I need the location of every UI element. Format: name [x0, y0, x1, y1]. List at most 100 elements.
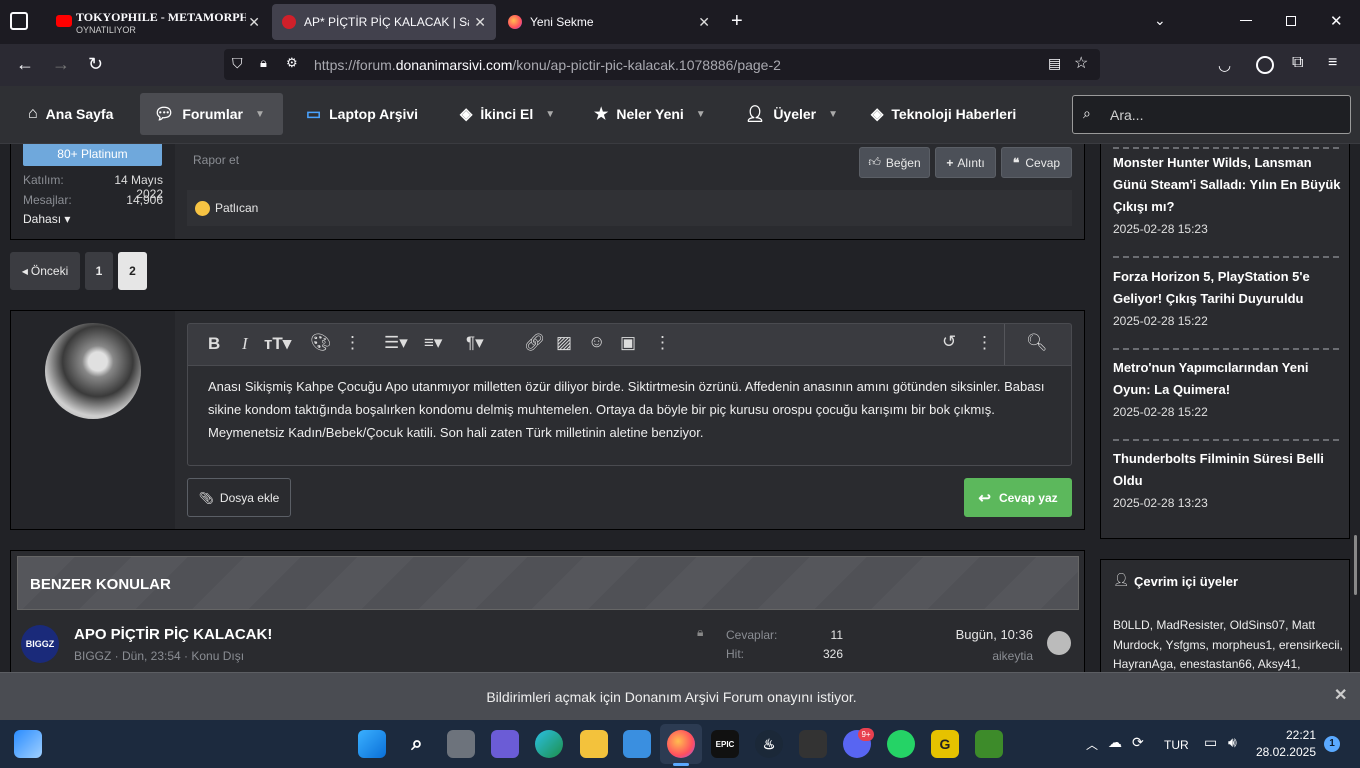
- reader-view-icon[interactable]: ▤: [1048, 55, 1061, 72]
- chevron-up-icon[interactable]: ︿: [1086, 736, 1098, 753]
- pocket-icon[interactable]: ◡: [1218, 56, 1231, 74]
- reply-textarea[interactable]: Anası Sikişmiş Kahpe Çocuğu Apo utanmıyo…: [187, 365, 1072, 466]
- nav-second-hand[interactable]: ◈ İkinci El ▼: [446, 93, 569, 135]
- network-icon[interactable]: ▭: [1204, 734, 1217, 751]
- restore-icon[interactable]: [1286, 16, 1296, 26]
- image-icon[interactable]: ▨: [556, 333, 572, 353]
- sync-icon[interactable]: ⟳: [1132, 734, 1144, 751]
- align-icon[interactable]: ≡▾: [424, 333, 442, 353]
- minecraft-icon[interactable]: [975, 730, 1003, 758]
- news-item[interactable]: Metro'nun Yapımcılarından Yeni Oyun: La …: [1113, 357, 1341, 419]
- search-icon[interactable]: ⌕: [403, 730, 431, 758]
- account-icon[interactable]: [1256, 56, 1274, 74]
- paragraph-icon[interactable]: ¶▾: [466, 333, 484, 353]
- media-icon[interactable]: ▣: [620, 333, 636, 353]
- back-icon[interactable]: ←: [16, 54, 34, 75]
- new-tab-button[interactable]: +: [731, 10, 743, 33]
- extensions-icon[interactable]: ⧉: [1292, 54, 1303, 72]
- tab-list-icon[interactable]: [10, 12, 28, 30]
- news-item[interactable]: Thunderbolts Filminin Süresi Belli Oldu …: [1113, 448, 1341, 510]
- italic-icon[interactable]: I: [242, 334, 248, 354]
- close-tab-icon[interactable]: ✕: [248, 14, 260, 31]
- news-title[interactable]: Metro'nun Yapımcılarından Yeni Oyun: La …: [1113, 357, 1341, 401]
- firefox-icon[interactable]: [667, 730, 695, 758]
- reply-button[interactable]: ❝ Cevap: [1001, 147, 1072, 178]
- search-input[interactable]: ⌕ Ara...: [1072, 95, 1351, 134]
- tab-youtube[interactable]: TOKYOPHILE - METAMORPH OYNATILIYOR ✕: [46, 4, 270, 40]
- url-bar[interactable]: ⛉ 🔒︎ ⚙ https://forum.donanimarsivi.com/k…: [224, 49, 1100, 80]
- menu-icon[interactable]: ≡: [1328, 54, 1337, 72]
- file-explorer-icon[interactable]: [580, 730, 608, 758]
- steam-icon[interactable]: ♨: [755, 730, 783, 758]
- news-title[interactable]: Forza Horizon 5, PlayStation 5'e Geliyor…: [1113, 266, 1341, 310]
- page-1-button[interactable]: 1: [85, 252, 113, 290]
- bookmark-star-icon[interactable]: ☆: [1074, 53, 1088, 73]
- cloud-icon[interactable]: ☁: [1108, 734, 1122, 751]
- teams-icon[interactable]: [491, 730, 519, 758]
- store-icon[interactable]: [623, 730, 651, 758]
- clock-time[interactable]: 22:21: [1256, 728, 1316, 742]
- widgets-icon[interactable]: [14, 730, 42, 758]
- like-button[interactable]: 👍︎ Beğen: [859, 147, 930, 178]
- close-tab-icon[interactable]: ✕: [698, 14, 710, 31]
- chevron-down-icon[interactable]: ▼: [255, 109, 265, 120]
- minimize-icon[interactable]: [1240, 20, 1252, 21]
- nav-tech-news[interactable]: ◈ Teknoloji Haberleri: [857, 93, 1030, 135]
- post-reply-button[interactable]: ↩ Cevap yaz: [964, 478, 1072, 517]
- bold-icon[interactable]: B: [208, 334, 220, 354]
- nav-whats-new[interactable]: ★ Neler Yeni ▼: [580, 93, 720, 135]
- list-icon[interactable]: ☰▾: [384, 333, 408, 353]
- nav-forums[interactable]: 💬︎ Forumlar ▼: [140, 93, 283, 135]
- prev-page-button[interactable]: ◀ Önceki: [10, 252, 80, 290]
- more-vertical-icon[interactable]: ⋮: [654, 333, 671, 353]
- undo-icon[interactable]: ↺: [942, 332, 956, 352]
- forward-icon[interactable]: →: [52, 54, 70, 75]
- last-post-time[interactable]: Bugün, 10:36: [911, 627, 1033, 642]
- tab-new[interactable]: Yeni Sekme ✕: [498, 4, 720, 40]
- language-indicator[interactable]: TUR: [1164, 738, 1189, 752]
- reload-icon[interactable]: ↻: [88, 54, 103, 75]
- close-tab-icon[interactable]: ✕: [474, 14, 486, 31]
- news-item[interactable]: Monster Hunter Wilds, Lansman Günü Steam…: [1113, 152, 1341, 236]
- start-icon[interactable]: [358, 730, 386, 758]
- link-icon[interactable]: 🔗︎: [524, 333, 546, 353]
- whatsapp-icon[interactable]: [887, 730, 915, 758]
- thread-title-link[interactable]: APO PİÇTİR PİÇ KALACAK!: [74, 626, 272, 643]
- chevron-down-icon[interactable]: ⌄: [1154, 12, 1166, 29]
- page-2-button[interactable]: 2: [118, 252, 147, 290]
- news-title[interactable]: Monster Hunter Wilds, Lansman Günü Steam…: [1113, 152, 1341, 218]
- smiley-icon[interactable]: ☺: [588, 332, 605, 352]
- online-list[interactable]: B0LLD, MadResister, OldSins07, Matt Murd…: [1113, 616, 1343, 675]
- news-item[interactable]: Forza Horizon 5, PlayStation 5'e Geliyor…: [1113, 266, 1341, 328]
- preview-icon[interactable]: 🔍︎: [1026, 333, 1048, 353]
- font-size-icon[interactable]: тT▾: [264, 334, 291, 354]
- last-post-user[interactable]: aikeytia: [911, 649, 1033, 663]
- chevron-down-icon[interactable]: ▼: [696, 109, 706, 120]
- quote-button[interactable]: + Alıntı: [935, 147, 996, 178]
- palette-icon[interactable]: 🎨︎: [310, 333, 332, 353]
- attach-file-button[interactable]: 📎︎ Dosya ekle: [187, 478, 291, 517]
- chevron-down-icon[interactable]: ▼: [545, 109, 555, 120]
- volume-icon[interactable]: 🔊︎: [1228, 734, 1237, 751]
- scrollbar-thumb[interactable]: [1354, 535, 1357, 595]
- task-view-icon[interactable]: [447, 730, 475, 758]
- close-icon[interactable]: ✕: [1334, 685, 1347, 705]
- news-title[interactable]: Thunderbolts Filminin Süresi Belli Oldu: [1113, 448, 1341, 492]
- reactions-bar[interactable]: Patlıcan: [187, 190, 1072, 226]
- nav-home[interactable]: ⌂ Ana Sayfa: [14, 93, 127, 135]
- close-window-icon[interactable]: ✕: [1330, 12, 1343, 30]
- g-app-icon[interactable]: G: [931, 730, 959, 758]
- game-launcher-icon[interactable]: [799, 730, 827, 758]
- more-toggle[interactable]: Dahası ▾: [23, 212, 70, 226]
- more-vertical-icon[interactable]: ⋮: [344, 333, 361, 353]
- tab-active[interactable]: AP* PİÇTİR PİÇ KALACAK | Sayfa ✕: [272, 4, 496, 40]
- chevron-down-icon[interactable]: ▼: [828, 109, 838, 120]
- more-vertical-icon[interactable]: ⋮: [976, 333, 993, 353]
- nav-laptop[interactable]: ▭ Laptop Arşivi: [292, 93, 432, 135]
- epic-games-icon[interactable]: EPIC: [711, 730, 739, 758]
- notification-count-badge[interactable]: 1: [1324, 736, 1340, 752]
- edge-icon[interactable]: [535, 730, 563, 758]
- nav-members[interactable]: 👤︎ Üyeler ▼: [731, 93, 852, 135]
- clock-date[interactable]: 28.02.2025: [1246, 745, 1316, 759]
- report-link[interactable]: Rapor et: [193, 153, 239, 167]
